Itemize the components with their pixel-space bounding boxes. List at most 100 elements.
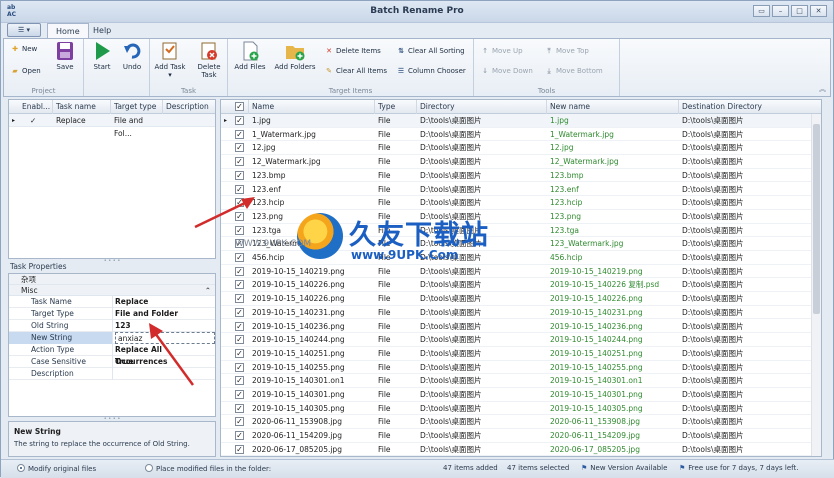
- property-row[interactable]: Old String 123: [9, 320, 215, 332]
- row-checkbox[interactable]: ✓: [235, 321, 244, 331]
- table-row[interactable]: ✓ 2019-10-15_140301.png File D:\tools\桌面图片 2…: [221, 388, 821, 402]
- row-checkbox[interactable]: ✓: [235, 335, 244, 345]
- delete-items-button[interactable]: ✕ Delete Items: [324, 45, 381, 57]
- maximize-icon[interactable]: □: [791, 5, 808, 17]
- add-folders-button[interactable]: Add Folders: [272, 41, 318, 71]
- task-enabled-checkbox[interactable]: ✓: [27, 114, 53, 127]
- row-checkbox[interactable]: ✓: [235, 280, 244, 290]
- column-new-name[interactable]: New name: [547, 100, 679, 114]
- table-row[interactable]: ✓ 2020-06-11_154209.jpg File D:\tools\桌面图片 2…: [221, 429, 821, 443]
- table-row[interactable]: ✓ 2019-10-15_140226.png File D:\tools\桌面图片 2…: [221, 292, 821, 306]
- table-row[interactable]: ✓ 2020-06-17_085205.jpg File D:\tools\桌面图片 2…: [221, 443, 821, 456]
- row-checkbox[interactable]: ✓: [235, 225, 244, 235]
- row-checkbox[interactable]: ✓: [235, 348, 244, 358]
- table-row[interactable]: ✓ 2019-10-15_140251.png File D:\tools\桌面图片 2…: [221, 347, 821, 361]
- table-row[interactable]: ✓ 2019-10-15_140226.png File D:\tools\桌面图片 2…: [221, 278, 821, 293]
- table-row[interactable]: ✓ 2020-06-11_153908.jpg File D:\tools\桌面图片 2…: [221, 415, 821, 430]
- header-checkbox-cell[interactable]: ✓: [221, 100, 249, 114]
- new-version-link[interactable]: ⚑ New Version Available: [581, 464, 667, 472]
- row-checkbox[interactable]: ✓: [235, 307, 244, 317]
- property-row[interactable]: Action Type Replace All Occurrences: [9, 344, 215, 366]
- table-row[interactable]: ✓ 123.enf File D:\tools\桌面图片 123.enf D:\tools…: [221, 183, 821, 197]
- select-all-checkbox[interactable]: ✓: [235, 102, 244, 111]
- column-type[interactable]: Type: [375, 100, 417, 114]
- column-description[interactable]: Description: [163, 100, 217, 114]
- restore-icon[interactable]: ▭: [753, 5, 770, 17]
- move-bottom-button[interactable]: ⤓ Move Bottom: [544, 65, 602, 77]
- table-row[interactable]: ✓ 2019-10-15_140255.png File D:\tools\桌面图片 2…: [221, 361, 821, 375]
- collapse-ribbon-icon[interactable]: ︽: [819, 84, 826, 94]
- row-checkbox[interactable]: ✓: [235, 390, 244, 399]
- row-checkbox[interactable]: ✓: [235, 253, 244, 262]
- property-category-misc[interactable]: Misc ⌃: [9, 285, 215, 296]
- table-row[interactable]: ▸ ✓ 1.jpg File D:\tools\桌面图片 1.jpg D:\tools\桌面…: [221, 114, 821, 128]
- app-menu-button[interactable]: ☰ ▾: [7, 23, 41, 37]
- table-row[interactable]: ✓ 2019-10-15_140305.png File D:\tools\桌面图片 2…: [221, 402, 821, 416]
- minimize-icon[interactable]: –: [772, 5, 789, 17]
- column-directory[interactable]: Directory: [417, 100, 547, 114]
- add-task-button[interactable]: Add Task ▾: [152, 41, 188, 79]
- property-row[interactable]: Description: [9, 368, 215, 380]
- table-row[interactable]: ✓ 1_Watermark.jpg File D:\tools\桌面图片 1_Water…: [221, 128, 821, 142]
- property-row[interactable]: Case Sensitive True: [9, 356, 215, 368]
- table-row[interactable]: ✓ 2019-10-15_140236.png File D:\tools\桌面图片 2…: [221, 320, 821, 334]
- move-top-button[interactable]: ⤒ Move Top: [544, 45, 588, 57]
- clear-all-items-button[interactable]: ✎ Clear All Items: [324, 65, 387, 77]
- table-row[interactable]: ✓ 123.bmp File D:\tools\桌面图片 123.bmp D:\tools…: [221, 169, 821, 183]
- column-chooser-button[interactable]: ☰ Column Chooser: [396, 65, 466, 77]
- scrollbar-thumb[interactable]: [813, 124, 820, 314]
- column-task-name[interactable]: Task name: [53, 100, 111, 114]
- open-button[interactable]: ▰ Open: [10, 65, 40, 77]
- property-row-selected[interactable]: New String anxiaz: [9, 332, 215, 344]
- save-button[interactable]: Save: [52, 41, 78, 71]
- column-name[interactable]: Name: [249, 100, 375, 114]
- add-files-button[interactable]: Add Files: [232, 41, 268, 71]
- radio-place-modified[interactable]: [145, 464, 153, 472]
- radio-modify-original[interactable]: [17, 464, 25, 472]
- new-string-input[interactable]: anxiaz: [115, 332, 215, 344]
- tab-home[interactable]: Home: [47, 23, 89, 39]
- column-enabled[interactable]: Enabl...: [19, 100, 53, 114]
- row-checkbox[interactable]: ✓: [235, 362, 244, 372]
- delete-task-button[interactable]: Delete Task: [192, 41, 226, 79]
- table-row[interactable]: ✓ 2019-10-15_140244.png File D:\tools\桌面图片 2…: [221, 333, 821, 347]
- row-checkbox[interactable]: ✓: [235, 376, 244, 386]
- row-checkbox[interactable]: ✓: [235, 417, 244, 427]
- new-button[interactable]: ✚ New: [10, 43, 37, 55]
- modify-original-option[interactable]: Modify original files: [17, 464, 96, 473]
- place-modified-option[interactable]: Place modified files in the folder:: [145, 464, 271, 473]
- table-row[interactable]: ✓ 2019-10-15_140231.png File D:\tools\桌面图片 2…: [221, 306, 821, 320]
- chevron-up-icon[interactable]: ⌃: [205, 285, 211, 296]
- row-checkbox[interactable]: ✓: [235, 444, 244, 454]
- column-target-type[interactable]: Target type: [111, 100, 163, 114]
- move-down-button[interactable]: ↓ Move Down: [480, 65, 533, 77]
- close-icon[interactable]: ✕: [810, 5, 827, 17]
- property-row[interactable]: Task Name Replace: [9, 296, 215, 308]
- property-category-top[interactable]: 杂项: [9, 274, 215, 285]
- task-row[interactable]: ▸ ✓ Replace File and Fol...: [9, 114, 215, 138]
- column-destination[interactable]: Destination Directory: [679, 100, 821, 114]
- tab-help[interactable]: Help: [85, 23, 119, 39]
- row-checkbox[interactable]: ✓: [235, 294, 244, 304]
- row-checkbox[interactable]: ✓: [235, 431, 244, 441]
- row-checkbox[interactable]: ✓: [235, 184, 244, 194]
- table-row[interactable]: ✓ 123.hcip File D:\tools\桌面图片 123.hcip D:\too…: [221, 196, 821, 210]
- row-checkbox[interactable]: ✓: [235, 157, 244, 167]
- start-button[interactable]: Start: [90, 41, 114, 71]
- clear-all-sorting-button[interactable]: ⇅ Clear All Sorting: [396, 45, 465, 57]
- row-checkbox[interactable]: ✓: [235, 403, 244, 413]
- row-checkbox[interactable]: ✓: [235, 211, 244, 221]
- row-checkbox[interactable]: ✓: [235, 198, 244, 208]
- table-row[interactable]: ✓ 12_Watermark.jpg File D:\tools\桌面图片 12_Wat…: [221, 155, 821, 169]
- table-row[interactable]: ✓ 2019-10-15_140301.on1 File D:\tools\桌面图片 2…: [221, 374, 821, 388]
- row-checkbox[interactable]: ✓: [235, 116, 244, 125]
- undo-button[interactable]: Undo: [120, 41, 144, 71]
- move-up-button[interactable]: ↑ Move Up: [480, 45, 523, 57]
- vertical-scrollbar[interactable]: [811, 114, 821, 456]
- table-row[interactable]: ✓ 12.jpg File D:\tools\桌面图片 12.jpg D:\tools\桌…: [221, 141, 821, 156]
- row-checkbox[interactable]: ✓: [235, 129, 244, 139]
- row-checkbox[interactable]: ✓: [235, 143, 244, 153]
- property-row[interactable]: Target Type File and Folder: [9, 308, 215, 320]
- row-checkbox[interactable]: ✓: [235, 266, 244, 276]
- row-checkbox[interactable]: ✓: [235, 170, 244, 180]
